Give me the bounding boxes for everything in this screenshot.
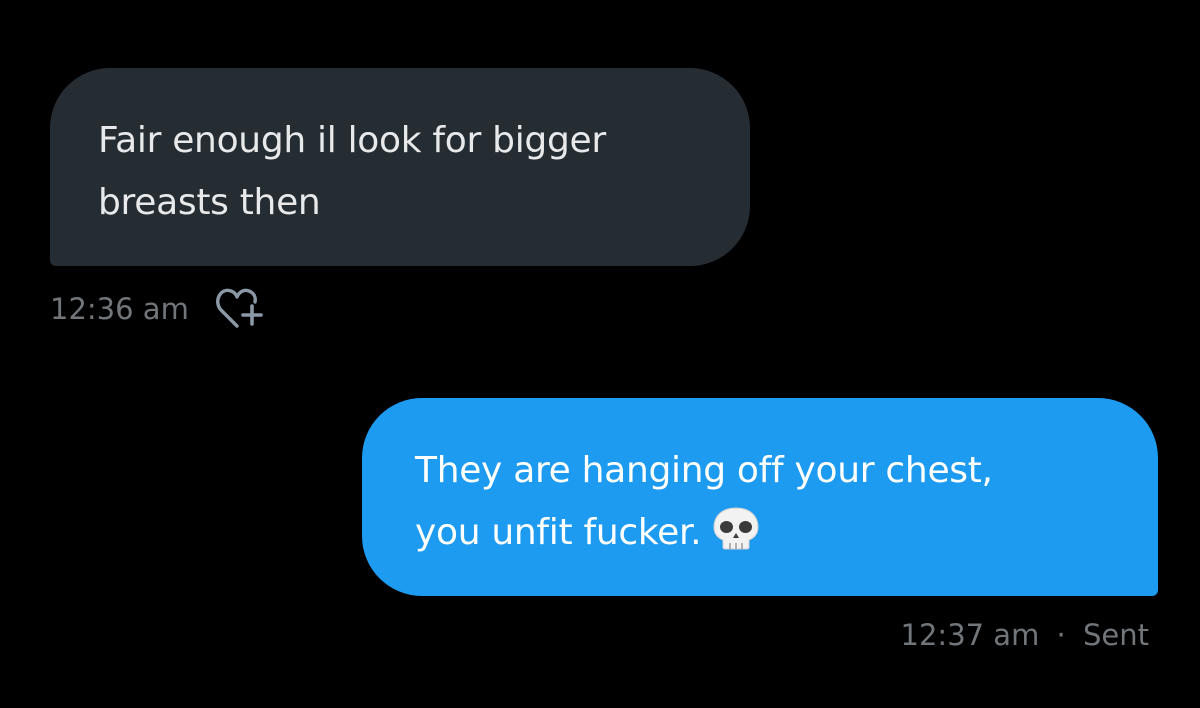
message-timestamp: 12:37 am <box>900 618 1040 652</box>
meta-separator: · <box>1056 618 1066 652</box>
message-thread: Fair enough il look for bigger breasts t… <box>0 0 1200 708</box>
incoming-message-bubble[interactable]: Fair enough il look for bigger breasts t… <box>50 68 750 266</box>
skull-emoji-icon <box>711 506 761 550</box>
message-text: you unfit fucker. <box>415 512 702 553</box>
message-timestamp: 12:36 am <box>50 292 189 326</box>
delivery-status: Sent <box>1082 618 1149 652</box>
message-text-line: Fair enough il look for bigger <box>98 120 606 161</box>
message-text-line-with-emoji: you unfit fucker. <box>415 502 1138 564</box>
outgoing-message-bubble[interactable]: They are hanging off your chest, you unf… <box>362 398 1158 596</box>
message-text-line: They are hanging off your chest, <box>415 450 993 491</box>
message-text-line: breasts then <box>98 182 321 223</box>
incoming-message-meta: 12:36 am <box>50 286 269 332</box>
heart-plus-icon[interactable] <box>215 286 269 332</box>
outgoing-message-meta: 12:37 am · Sent <box>901 618 1149 652</box>
